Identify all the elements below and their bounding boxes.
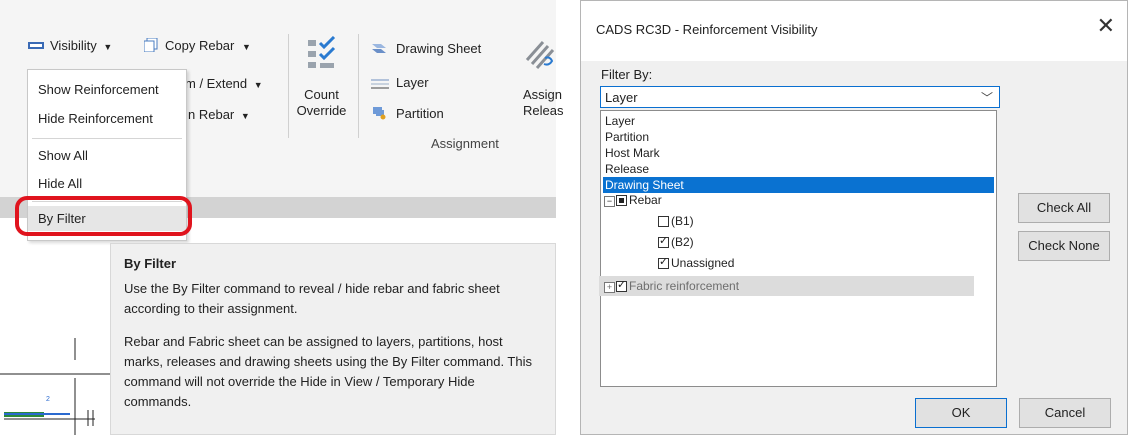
- copy-rebar-button[interactable]: Copy Rebar ▼: [143, 37, 251, 53]
- checkbox-unchecked[interactable]: [658, 216, 669, 227]
- highlight-annotation: [15, 196, 192, 236]
- menu-item-hide-all[interactable]: Hide All: [28, 171, 186, 196]
- count-override-icon: [306, 35, 338, 72]
- cancel-button[interactable]: Cancel: [1019, 398, 1111, 428]
- chevron-down-icon: ﹀: [980, 91, 993, 105]
- trim-extend-button[interactable]: m / Extend ▼: [185, 76, 263, 91]
- by-filter-tooltip: By Filter Use the By Filter command to r…: [110, 243, 556, 435]
- filter-by-select[interactable]: Layer ﹀: [600, 86, 1000, 108]
- checkbox-partial[interactable]: [616, 195, 627, 206]
- layer-icon: [371, 77, 389, 89]
- chevron-down-icon: ▼: [242, 42, 251, 52]
- fabric-row-content: + ✓ Fabric reinforcement: [604, 277, 739, 295]
- chevron-down-icon: ▼: [240, 111, 250, 121]
- svg-text:2: 2: [46, 396, 50, 403]
- tree-node-label: Unassigned: [671, 256, 735, 270]
- menu-separator: [32, 138, 182, 139]
- tree-node-b2[interactable]: ✓ (B2): [658, 233, 694, 251]
- option-release[interactable]: Release: [603, 161, 994, 177]
- tree-node-label: (B1): [671, 214, 694, 228]
- visibility-button[interactable]: Visibility ▼: [28, 38, 112, 60]
- menu-item-hide-reinforcement[interactable]: Hide Reinforcement: [28, 106, 186, 131]
- tree-node-b1[interactable]: (B1): [658, 212, 694, 230]
- tooltip-title: By Filter: [124, 256, 177, 271]
- checkbox-checked[interactable]: ✓: [658, 256, 669, 269]
- tooltip-paragraph: Use the By Filter command to reveal / hi…: [124, 281, 500, 316]
- close-icon[interactable]: ✕: [1097, 15, 1115, 37]
- partition-label: Partition: [396, 106, 444, 121]
- menu-item-show-reinforcement[interactable]: Show Reinforcement: [28, 77, 186, 102]
- tree-node-unassigned[interactable]: ✓ Unassigned: [658, 254, 734, 272]
- check-all-button[interactable]: Check All: [1018, 193, 1110, 223]
- menu-item-show-all[interactable]: Show All: [28, 143, 186, 168]
- option-host-mark[interactable]: Host Mark: [603, 145, 994, 161]
- trim-extend-label: m / Extend: [185, 76, 248, 91]
- tree-node-fabric[interactable]: + ✓ Fabric reinforcement: [599, 276, 974, 296]
- expand-icon[interactable]: +: [604, 282, 615, 293]
- chevron-down-icon: ▼: [103, 42, 113, 52]
- visibility-icon: [28, 39, 44, 49]
- layer-label: Layer: [396, 75, 429, 90]
- layer-button[interactable]: Layer: [371, 75, 429, 90]
- partition-icon: [371, 106, 387, 120]
- fabric-node-label: Fabric reinforcement: [629, 279, 740, 293]
- drawing-sheet-button[interactable]: Drawing Sheet: [371, 41, 481, 56]
- ok-button[interactable]: OK: [915, 398, 1007, 428]
- checkbox-checked[interactable]: ✓: [616, 279, 627, 292]
- count-override-button[interactable]: Count Override: [293, 35, 350, 136]
- assign-release-icon: [525, 36, 557, 72]
- tree-node-rebar[interactable]: − Rebar: [604, 191, 662, 209]
- collapse-icon[interactable]: −: [604, 196, 615, 207]
- rebar-label: n Rebar: [188, 107, 235, 122]
- assign-label: Assign: [523, 87, 563, 102]
- copy-rebar-icon: [143, 37, 158, 53]
- check-none-button[interactable]: Check None: [1018, 231, 1110, 261]
- ribbon-separator: [288, 34, 289, 138]
- option-layer[interactable]: Layer: [603, 113, 994, 129]
- release-label: Releas: [523, 103, 564, 118]
- drawing-canvas: 2: [0, 338, 110, 435]
- rebar-button[interactable]: n Rebar ▼: [188, 107, 250, 122]
- filter-by-options: Layer Partition Host Mark Release Drawin…: [600, 110, 997, 196]
- count-label: Count: [304, 87, 339, 102]
- checkbox-checked[interactable]: ✓: [658, 235, 669, 248]
- visibility-label: Visibility: [50, 38, 97, 53]
- dialog-title: CADS RC3D - Reinforcement Visibility: [596, 22, 818, 37]
- tooltip-paragraph: Rebar and Fabric sheet can be assigned t…: [124, 334, 532, 409]
- partition-button[interactable]: Partition: [371, 106, 444, 121]
- rebar-node-label: Rebar: [629, 193, 662, 207]
- filter-by-value: Layer: [605, 90, 638, 105]
- assign-release-button[interactable]: Assign Releas: [520, 36, 564, 126]
- copy-rebar-label: Copy Rebar: [165, 38, 235, 53]
- drawing-sheet-icon: [371, 42, 387, 54]
- dialog-titlebar: CADS RC3D - Reinforcement Visibility ✕: [581, 1, 1127, 61]
- filter-by-label: Filter By:: [601, 67, 653, 82]
- reinforcement-visibility-dialog: CADS RC3D - Reinforcement Visibility ✕ F…: [580, 0, 1128, 435]
- tree-node-label: (B2): [671, 235, 694, 249]
- ribbon-separator: [358, 34, 359, 138]
- override-label: Override: [296, 103, 347, 118]
- assignment-group-label: Assignment: [431, 136, 499, 151]
- chevron-down-icon: ▼: [253, 80, 263, 90]
- option-partition[interactable]: Partition: [603, 129, 994, 145]
- drawing-sheet-label: Drawing Sheet: [396, 41, 482, 56]
